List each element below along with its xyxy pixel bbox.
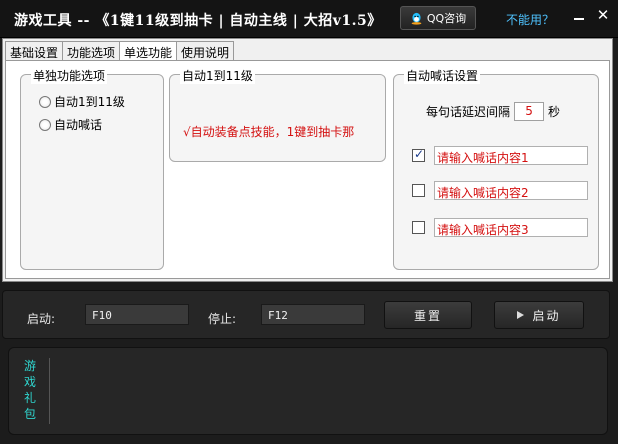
tab-basic-settings[interactable]: 基础设置 <box>5 41 64 61</box>
radio-auto-level[interactable]: 自动1到11级 <box>39 93 125 110</box>
reset-button[interactable]: 重置 <box>384 301 472 329</box>
reset-button-label: 重置 <box>413 308 442 323</box>
control-bar: 启动: F10 停止: F12 重置 启动 <box>2 290 610 339</box>
help-link[interactable]: 不能用？ <box>506 11 554 28</box>
stop-hotkey-input[interactable]: F12 <box>261 304 365 325</box>
qq-consult-button[interactable]: QQ咨询 <box>400 6 476 30</box>
title-bar: 游戏工具 -- 《1键11级到抽卡 | 自动主线 | 大招v1.5》 QQ咨询 … <box>0 0 618 38</box>
game-gift-link[interactable]: 游戏礼包 <box>24 358 38 422</box>
single-options-title: 单独功能选项 <box>31 67 108 84</box>
auto-level-title: 自动1到11级 <box>180 67 255 84</box>
shout-row-1: 请输入喊话内容1 <box>412 146 588 165</box>
close-icon: ✕ <box>596 6 610 24</box>
tab-content: 单独功能选项 自动1到11级 自动喊话 自动1到11级 √自动装备点技能，1键到… <box>5 60 610 279</box>
start-button[interactable]: 启动 <box>494 301 584 329</box>
auto-shout-group: 自动喊话设置 每句话延迟间隔 5 秒 请输入喊话内容1 请输入喊话内容2 请输入… <box>393 67 599 270</box>
shout-row-3: 请输入喊话内容3 <box>412 218 588 237</box>
start-hotkey-input[interactable]: F10 <box>85 304 189 325</box>
auto-shout-title: 自动喊话设置 <box>404 67 481 84</box>
minimize-icon <box>574 18 584 20</box>
gift-panel: 游戏礼包 <box>8 347 608 435</box>
delay-label: 每句话延迟间隔 <box>426 105 511 119</box>
shout-3-checkbox[interactable] <box>412 221 425 234</box>
play-icon <box>517 311 525 319</box>
delay-input[interactable]: 5 <box>514 102 545 121</box>
radio-circle-icon[interactable] <box>39 118 51 131</box>
qq-penguin-icon <box>411 12 422 25</box>
shout-row-2: 请输入喊话内容2 <box>412 181 588 200</box>
delay-row: 每句话延迟间隔 5 秒 <box>426 102 560 121</box>
radio-auto-level-label: 自动1到11级 <box>54 95 125 109</box>
delay-unit: 秒 <box>548 105 561 119</box>
gift-divider <box>49 358 50 424</box>
shout-2-checkbox[interactable] <box>412 184 425 197</box>
shout-3-input[interactable]: 请输入喊话内容3 <box>434 218 588 237</box>
tab-single-features[interactable]: 单选功能 <box>119 41 178 62</box>
single-options-group: 单独功能选项 自动1到11级 自动喊话 <box>20 67 164 270</box>
window-title: 游戏工具 -- 《1键11级到抽卡 | 自动主线 | 大招v1.5》 <box>14 13 382 29</box>
auto-level-group: 自动1到11级 √自动装备点技能，1键到抽卡那 <box>169 67 386 162</box>
start-hotkey-label: 启动: <box>27 312 56 326</box>
tab-feature-options[interactable]: 功能选项 <box>62 41 121 61</box>
radio-auto-shout[interactable]: 自动喊话 <box>39 116 102 133</box>
auto-level-note: √自动装备点技能，1键到抽卡那 <box>183 125 355 139</box>
minimize-button[interactable] <box>570 6 588 24</box>
close-button[interactable]: ✕ <box>594 6 612 24</box>
shout-1-checkbox[interactable] <box>412 147 425 162</box>
stop-hotkey-label: 停止: <box>208 312 237 326</box>
qq-consult-label: QQ咨询 <box>426 12 467 25</box>
shout-2-input[interactable]: 请输入喊话内容2 <box>434 181 588 200</box>
tab-instructions[interactable]: 使用说明 <box>176 41 235 61</box>
radio-auto-shout-label: 自动喊话 <box>54 118 103 132</box>
tab-bar: 基础设置 功能选项 单选功能 使用说明 <box>5 41 235 62</box>
radio-circle-icon[interactable] <box>39 95 51 108</box>
shout-1-input[interactable]: 请输入喊话内容1 <box>434 146 588 165</box>
start-button-label: 启动 <box>532 308 561 323</box>
main-panel: 基础设置 功能选项 单选功能 使用说明 单独功能选项 自动1到11级 自动喊话 … <box>2 38 613 282</box>
